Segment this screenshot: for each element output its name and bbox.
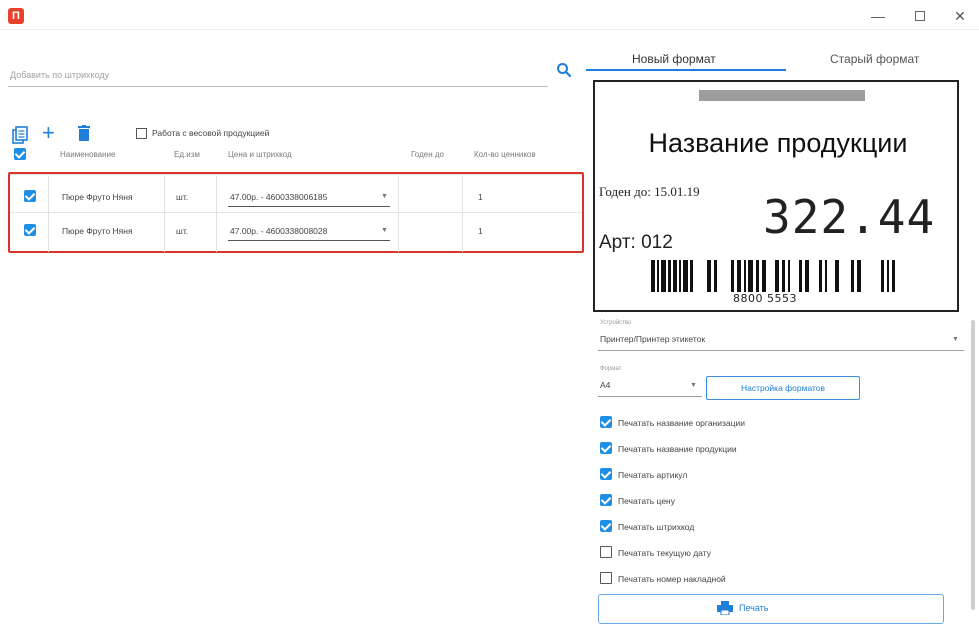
organization-name-placeholder — [699, 90, 865, 101]
format-settings-button[interactable]: Настройка форматов — [706, 376, 860, 400]
option-label-price: Печатать цену — [618, 496, 675, 506]
print-button-label: Печать — [739, 603, 769, 613]
device-select[interactable]: Принтер/Принтер этикеток — [600, 334, 705, 344]
chevron-down-icon[interactable]: ▼ — [381, 193, 388, 200]
active-tab-indicator — [586, 69, 786, 71]
column-divider — [164, 176, 165, 252]
option-label-barcode: Печатать штрихкод — [618, 522, 695, 532]
column-header-qty[interactable]: Кол-во ценников — [474, 150, 536, 159]
option-label-article: Печатать артикул — [618, 470, 688, 480]
preview-barcode-number: 8800 5553 — [733, 292, 797, 305]
chevron-down-icon[interactable]: ▼ — [952, 336, 959, 343]
weight-products-checkbox[interactable] — [136, 128, 147, 139]
chevron-down-icon[interactable]: ▼ — [381, 227, 388, 234]
column-header-valid[interactable]: Годен до — [411, 150, 444, 159]
row-divider — [10, 174, 582, 175]
column-divider — [462, 176, 463, 252]
option-checkbox-price[interactable] — [600, 494, 612, 506]
column-header-unit[interactable]: Ед.изм — [174, 150, 200, 159]
row-checkbox[interactable] — [24, 190, 36, 202]
add-icon[interactable]: + — [42, 122, 55, 144]
format-select[interactable]: А4 — [600, 380, 610, 390]
option-label-org-name: Печатать название организации — [618, 418, 745, 428]
title-bar: П — ✕ — [0, 0, 979, 30]
option-checkbox-current-date[interactable] — [600, 546, 612, 558]
app-logo-icon: П — [8, 8, 24, 24]
row-price-barcode[interactable]: 47.00р. - 4600338006185 — [230, 192, 327, 202]
preview-valid-until: Годен до: 15.01.19 — [599, 184, 700, 199]
row-qty[interactable]: 1 — [478, 226, 483, 236]
option-label-invoice-number: Печатать номер накладной — [618, 574, 726, 584]
column-divider — [48, 176, 49, 252]
preview-article: Арт: 012 — [599, 232, 673, 253]
price-combo-underline — [228, 206, 390, 207]
barcode-graphic — [651, 260, 895, 292]
weight-products-label: Работа с весовой продукцией — [152, 128, 270, 138]
tab-new-format[interactable]: Новый формат — [632, 52, 716, 66]
row-divider — [10, 212, 582, 213]
minimize-button[interactable]: — — [868, 6, 888, 26]
format-underline — [598, 396, 702, 397]
device-caption: Устройство — [600, 320, 632, 326]
copy-list-icon[interactable] — [12, 126, 28, 144]
column-header-name[interactable]: Наименование — [60, 150, 115, 159]
row-qty[interactable]: 1 — [478, 192, 483, 202]
device-underline — [598, 350, 964, 351]
close-button[interactable]: ✕ — [950, 6, 970, 26]
column-divider — [216, 176, 217, 252]
maximize-button[interactable] — [910, 6, 930, 26]
option-label-product-name: Печатать название продукции — [618, 444, 737, 454]
select-all-checkbox[interactable] — [14, 148, 26, 160]
row-unit: шт. — [176, 192, 189, 202]
row-unit: шт. — [176, 226, 189, 236]
preview-product-name: Название продукции — [648, 128, 908, 158]
column-header-price[interactable]: Цена и штрихкод — [228, 150, 292, 159]
option-checkbox-barcode[interactable] — [600, 520, 612, 532]
scrollbar[interactable] — [971, 320, 975, 610]
print-button[interactable]: Печать — [598, 594, 944, 624]
tab-old-format[interactable]: Старый формат — [830, 52, 919, 66]
barcode-search-input[interactable] — [10, 66, 530, 84]
chevron-down-icon[interactable]: ▼ — [690, 382, 697, 389]
row-price-barcode[interactable]: 47.00р. - 4600338008028 — [230, 226, 327, 236]
search-underline — [8, 86, 548, 87]
row-name: Пюре Фруто Няня — [62, 192, 133, 202]
format-caption: Формат — [600, 366, 622, 372]
row-checkbox[interactable] — [24, 224, 36, 236]
option-label-current-date: Печатать текущую дату — [618, 548, 711, 558]
option-checkbox-invoice-number[interactable] — [600, 572, 612, 584]
option-checkbox-article[interactable] — [600, 468, 612, 480]
maximize-icon — [915, 11, 925, 21]
price-combo-underline — [228, 240, 390, 241]
printer-icon — [717, 601, 733, 615]
column-divider — [398, 176, 399, 252]
option-checkbox-product-name[interactable] — [600, 442, 612, 454]
preview-price: 322.44 — [763, 190, 936, 244]
label-preview: Название продукции Годен до: 15.01.19 32… — [593, 80, 959, 312]
row-name: Пюре Фруто Няня — [62, 226, 133, 236]
trash-icon[interactable] — [78, 125, 90, 141]
option-checkbox-org-name[interactable] — [600, 416, 612, 428]
search-icon[interactable] — [556, 62, 572, 78]
